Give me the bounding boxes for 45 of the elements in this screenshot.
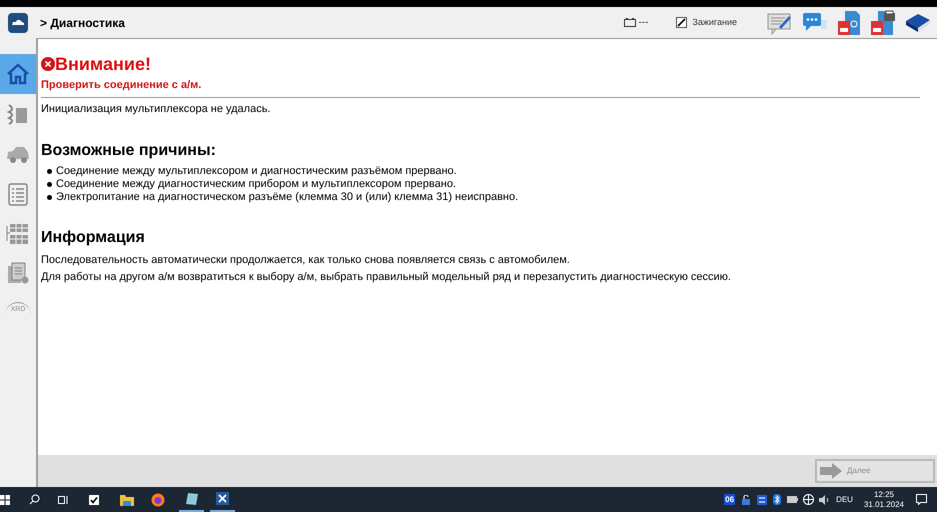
ignition-checkbox[interactable]: [676, 17, 688, 28]
battery-reading: ---: [638, 16, 648, 30]
notepad-icon[interactable]: [184, 492, 198, 506]
pdf-print-icon[interactable]: [870, 10, 896, 36]
breadcrumb: > Диагностика: [40, 14, 125, 32]
windows-start-icon[interactable]: [0, 494, 10, 504]
speaker-icon[interactable]: [819, 494, 830, 504]
grid-icon: [5, 221, 31, 247]
cause-item: Соединение между диагностическим прибором и мультиплексором прервано.: [56, 178, 456, 191]
pdf-document-icon[interactable]: [837, 10, 861, 36]
firefox-icon[interactable]: [151, 492, 165, 506]
alert-message: Инициализация мультиплексора не удалась.: [41, 102, 272, 116]
info-heading: Информация: [41, 228, 146, 248]
sidebar-tab[interactable]: [0, 54, 36, 94]
language-indicator[interactable]: DEU: [836, 494, 853, 506]
causes-heading: Возможные причины:: [41, 141, 217, 161]
network-icon[interactable]: [757, 494, 768, 504]
bullet-icon: [47, 169, 52, 174]
error-icon: [41, 57, 55, 71]
bullet-icon: [47, 195, 52, 200]
tray-badge[interactable]: 06: [724, 494, 736, 505]
battery-icon: [624, 18, 636, 27]
x-app-icon[interactable]: [216, 492, 229, 505]
arrow-icon: [820, 463, 842, 479]
cause-item: Соединение между мультиплексором и диагностическим разъёмом прервано.: [56, 165, 457, 178]
home-icon: [5, 61, 31, 87]
info-paragraph: Для работы на другом а/м возвратиться к выбору а/м, выбрать правильный модельный ряд и перезапустить диагностическую сессию.: [41, 270, 732, 284]
notification-icon[interactable]: [916, 494, 927, 505]
car-logo-icon: [8, 12, 28, 32]
checkbox-app-icon[interactable]: [89, 494, 99, 504]
info-paragraph: Последовательность автоматически продолжается, как только снова появляется связь с автомобилем.: [41, 253, 571, 267]
cause-item: Электропитание на диагностическом разъёме (клемма 30 и (или) клемма 31) неисправно.: [56, 191, 518, 204]
ignition-label: Зажигание: [692, 16, 737, 29]
alert-title: Внимание!: [55, 53, 151, 75]
alert-subtitle: Проверить соединение с а/м.: [41, 77, 920, 98]
globe-icon[interactable]: [803, 494, 814, 505]
folder-icon[interactable]: [120, 494, 134, 506]
clock[interactable]: 12:25 31.01.2024: [864, 490, 904, 510]
edit-note-icon[interactable]: [767, 10, 793, 34]
bullet-icon: [47, 182, 52, 187]
battery-tray-icon[interactable]: [787, 496, 798, 503]
lock-icon[interactable]: [741, 494, 752, 504]
bluetooth-icon[interactable]: [773, 494, 782, 505]
search-icon[interactable]: [29, 494, 40, 505]
task-view-icon[interactable]: [58, 494, 69, 504]
